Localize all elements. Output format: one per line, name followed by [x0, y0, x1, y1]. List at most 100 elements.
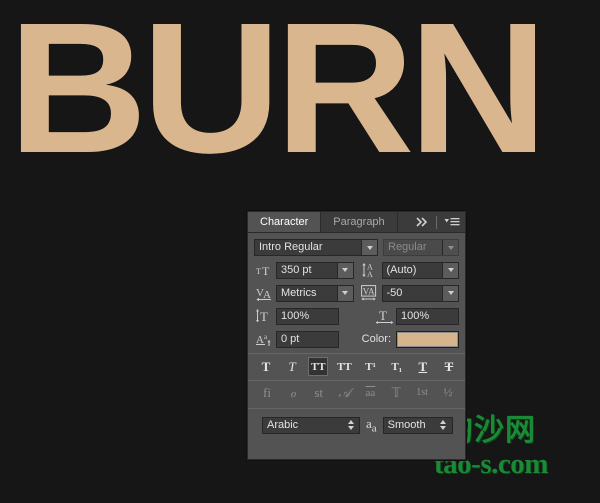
tracking-dropdown-arrow[interactable] — [442, 286, 458, 301]
all-caps-glyph: TT — [311, 361, 326, 373]
ordinals-button[interactable]: 1st — [412, 383, 432, 402]
leading-icon: A A — [360, 261, 382, 279]
tracking-value: -50 — [383, 286, 443, 301]
kerning-group: V A Metrics — [254, 284, 354, 302]
kerning-dropdown-arrow[interactable] — [337, 286, 353, 301]
standard-ligatures-button[interactable]: fi — [257, 383, 277, 402]
horizontal-scale-field[interactable]: 100% — [396, 308, 459, 325]
font-style-dropdown-arrow[interactable] — [442, 240, 458, 255]
color-group: Color: — [360, 331, 460, 348]
all-caps-button[interactable]: TT — [308, 357, 328, 376]
leading-dropdown-arrow[interactable] — [442, 263, 458, 278]
language-value: Arabic — [263, 419, 344, 431]
ordinals-glyph: 1st — [416, 387, 428, 398]
svg-text:VA: VA — [363, 287, 375, 297]
stylistic-alternates-button[interactable]: aa — [360, 383, 380, 402]
contextual-alternates-glyph: ℴ — [290, 385, 296, 401]
font-size-icon: T T — [254, 261, 276, 279]
watermark-chinese: 淘沙网 — [443, 416, 600, 446]
baseline-shift-field[interactable]: 0 pt — [276, 331, 339, 348]
swash-button[interactable]: 𝒜 — [335, 383, 355, 402]
tab-paragraph-label: Paragraph — [333, 216, 384, 228]
baseline-shift-icon: A a — [254, 330, 276, 348]
baseline-color-row: A a 0 pt Color: — [254, 330, 459, 348]
titling-alternates-glyph: 𝕋 — [392, 385, 401, 401]
panel-body: Intro Regular Regular T T 350 pt — [248, 233, 465, 348]
font-row: Intro Regular Regular — [254, 239, 459, 256]
baseline-shift-value: 0 pt — [277, 332, 338, 347]
font-style-field[interactable]: Regular — [383, 239, 459, 256]
panel-tabbar: Character Paragraph — [248, 212, 465, 233]
faux-italic-glyph: T — [289, 359, 296, 375]
horizontal-scale-icon: T — [374, 307, 396, 325]
opentype-buttons: fi ℴ st 𝒜 aa 𝕋 1st ½ — [248, 380, 465, 406]
scale-row: T 100% T — [254, 307, 459, 325]
leading-value: (Auto) — [383, 263, 443, 278]
horizontal-scale-group: T 100% — [360, 307, 460, 325]
vertical-scale-group: T 100% — [254, 307, 354, 325]
font-family-dropdown-arrow[interactable] — [361, 240, 377, 255]
fractions-button[interactable]: ½ — [438, 383, 458, 402]
kerning-value: Metrics — [277, 286, 337, 301]
svg-text:A: A — [367, 270, 373, 278]
faux-bold-button[interactable]: T — [256, 357, 276, 376]
stylistic-alternates-glyph: aa — [365, 387, 375, 399]
superscript-glyph: T¹ — [365, 361, 376, 373]
svg-text:T: T — [256, 267, 261, 276]
font-size-group: T T 350 pt — [254, 261, 354, 279]
tab-character[interactable]: Character — [248, 212, 321, 232]
subscript-button[interactable]: T₁ — [387, 357, 407, 376]
svg-text:a: a — [264, 333, 268, 341]
standard-ligatures-glyph: fi — [263, 385, 271, 401]
font-family-field[interactable]: Intro Regular — [254, 239, 378, 256]
character-panel[interactable]: Character Paragraph — [247, 211, 466, 460]
svg-text:T: T — [262, 264, 270, 278]
double-chevron-right-icon[interactable] — [415, 217, 429, 227]
size-leading-row: T T 350 pt A A — [254, 261, 459, 279]
tracking-group: VA -50 — [360, 284, 460, 302]
language-select[interactable]: Arabic — [262, 417, 360, 434]
leading-field[interactable]: (Auto) — [382, 262, 460, 279]
tab-character-label: Character — [260, 216, 308, 228]
horizontal-scale-value: 100% — [397, 309, 458, 324]
font-size-value: 350 pt — [277, 263, 337, 278]
svg-text:T: T — [260, 309, 268, 324]
vertical-scale-field[interactable]: 100% — [276, 308, 339, 325]
subscript-glyph: T₁ — [391, 361, 402, 373]
small-caps-button[interactable]: TT — [334, 357, 354, 376]
superscript-button[interactable]: T¹ — [361, 357, 381, 376]
fractions-glyph: ½ — [443, 385, 452, 400]
underline-glyph: T — [419, 359, 428, 375]
panel-titlebar-icons — [415, 212, 465, 232]
kerning-icon: V A — [254, 284, 276, 302]
anti-aliasing-value: Smooth — [384, 419, 437, 431]
tracking-field[interactable]: -50 — [382, 285, 460, 302]
kerning-field[interactable]: Metrics — [276, 285, 354, 302]
anti-alias-icon: aa — [366, 416, 377, 435]
contextual-alternates-button[interactable]: ℴ — [283, 383, 303, 402]
language-antialias-row: Arabic aa Smooth — [248, 408, 465, 441]
faux-italic-button[interactable]: T — [282, 357, 302, 376]
color-swatch[interactable] — [396, 331, 459, 348]
font-size-dropdown-arrow[interactable] — [337, 263, 353, 278]
titling-alternates-button[interactable]: 𝕋 — [386, 383, 406, 402]
titlebar-divider — [436, 216, 437, 229]
color-label: Color: — [362, 333, 391, 345]
font-style-value: Regular — [384, 240, 442, 255]
anti-aliasing-spinner-icon[interactable] — [437, 420, 452, 430]
faux-bold-glyph: T — [262, 359, 271, 375]
discretionary-ligatures-glyph: st — [314, 385, 323, 401]
type-style-buttons: T T TT TT T¹ T₁ T T — [248, 353, 465, 380]
anti-aliasing-select[interactable]: Smooth — [383, 417, 453, 434]
vertical-scale-value: 100% — [277, 309, 338, 324]
font-family-value: Intro Regular — [255, 240, 361, 255]
discretionary-ligatures-button[interactable]: st — [309, 383, 329, 402]
tabbar-spacer — [398, 212, 415, 232]
underline-button[interactable]: T — [413, 357, 433, 376]
strikethrough-button[interactable]: T — [439, 357, 459, 376]
artwork-text[interactable]: BURN — [8, 0, 542, 184]
panel-menu-icon[interactable] — [444, 217, 460, 227]
font-size-field[interactable]: 350 pt — [276, 262, 354, 279]
language-spinner-icon[interactable] — [344, 420, 359, 430]
tab-paragraph[interactable]: Paragraph — [321, 212, 397, 232]
